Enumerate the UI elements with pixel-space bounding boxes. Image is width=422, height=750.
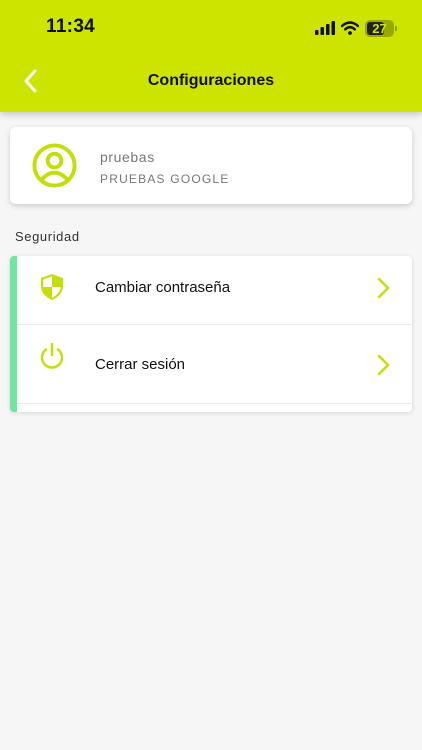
chevron-right-icon — [377, 354, 390, 376]
wifi-icon — [341, 21, 359, 35]
profile-card[interactable]: pruebas PRUEBAS GOOGLE — [10, 127, 412, 204]
logout-item[interactable]: Cerrar sesión — [17, 325, 412, 404]
battery-level: 27 — [372, 20, 387, 36]
user-circle-icon — [32, 143, 77, 188]
chevron-right-icon — [377, 277, 390, 299]
battery-icon: 27 — [365, 19, 397, 37]
change-password-item[interactable]: Cambiar contraseña — [17, 256, 412, 325]
profile-name: pruebas — [100, 149, 155, 165]
page-title: Configuraciones — [147, 72, 275, 89]
logout-label: Cerrar sesión — [95, 356, 186, 373]
menu-accent-bar — [10, 256, 17, 412]
power-icon — [40, 342, 64, 369]
security-menu: Cambiar contraseña Cerrar sesión — [10, 256, 412, 412]
shield-icon — [41, 274, 63, 300]
battery-cap — [395, 25, 397, 31]
signal-icon — [315, 21, 335, 35]
change-password-label: Cambiar contraseña — [95, 279, 231, 296]
status-icons: 27 — [315, 18, 397, 38]
profile-subtitle: PRUEBAS GOOGLE — [100, 172, 230, 186]
section-label-security: Seguridad — [15, 229, 80, 244]
top-app-bar: 11:34 27 Configuraciones — [0, 0, 422, 112]
status-time: 11:34 — [46, 16, 96, 37]
